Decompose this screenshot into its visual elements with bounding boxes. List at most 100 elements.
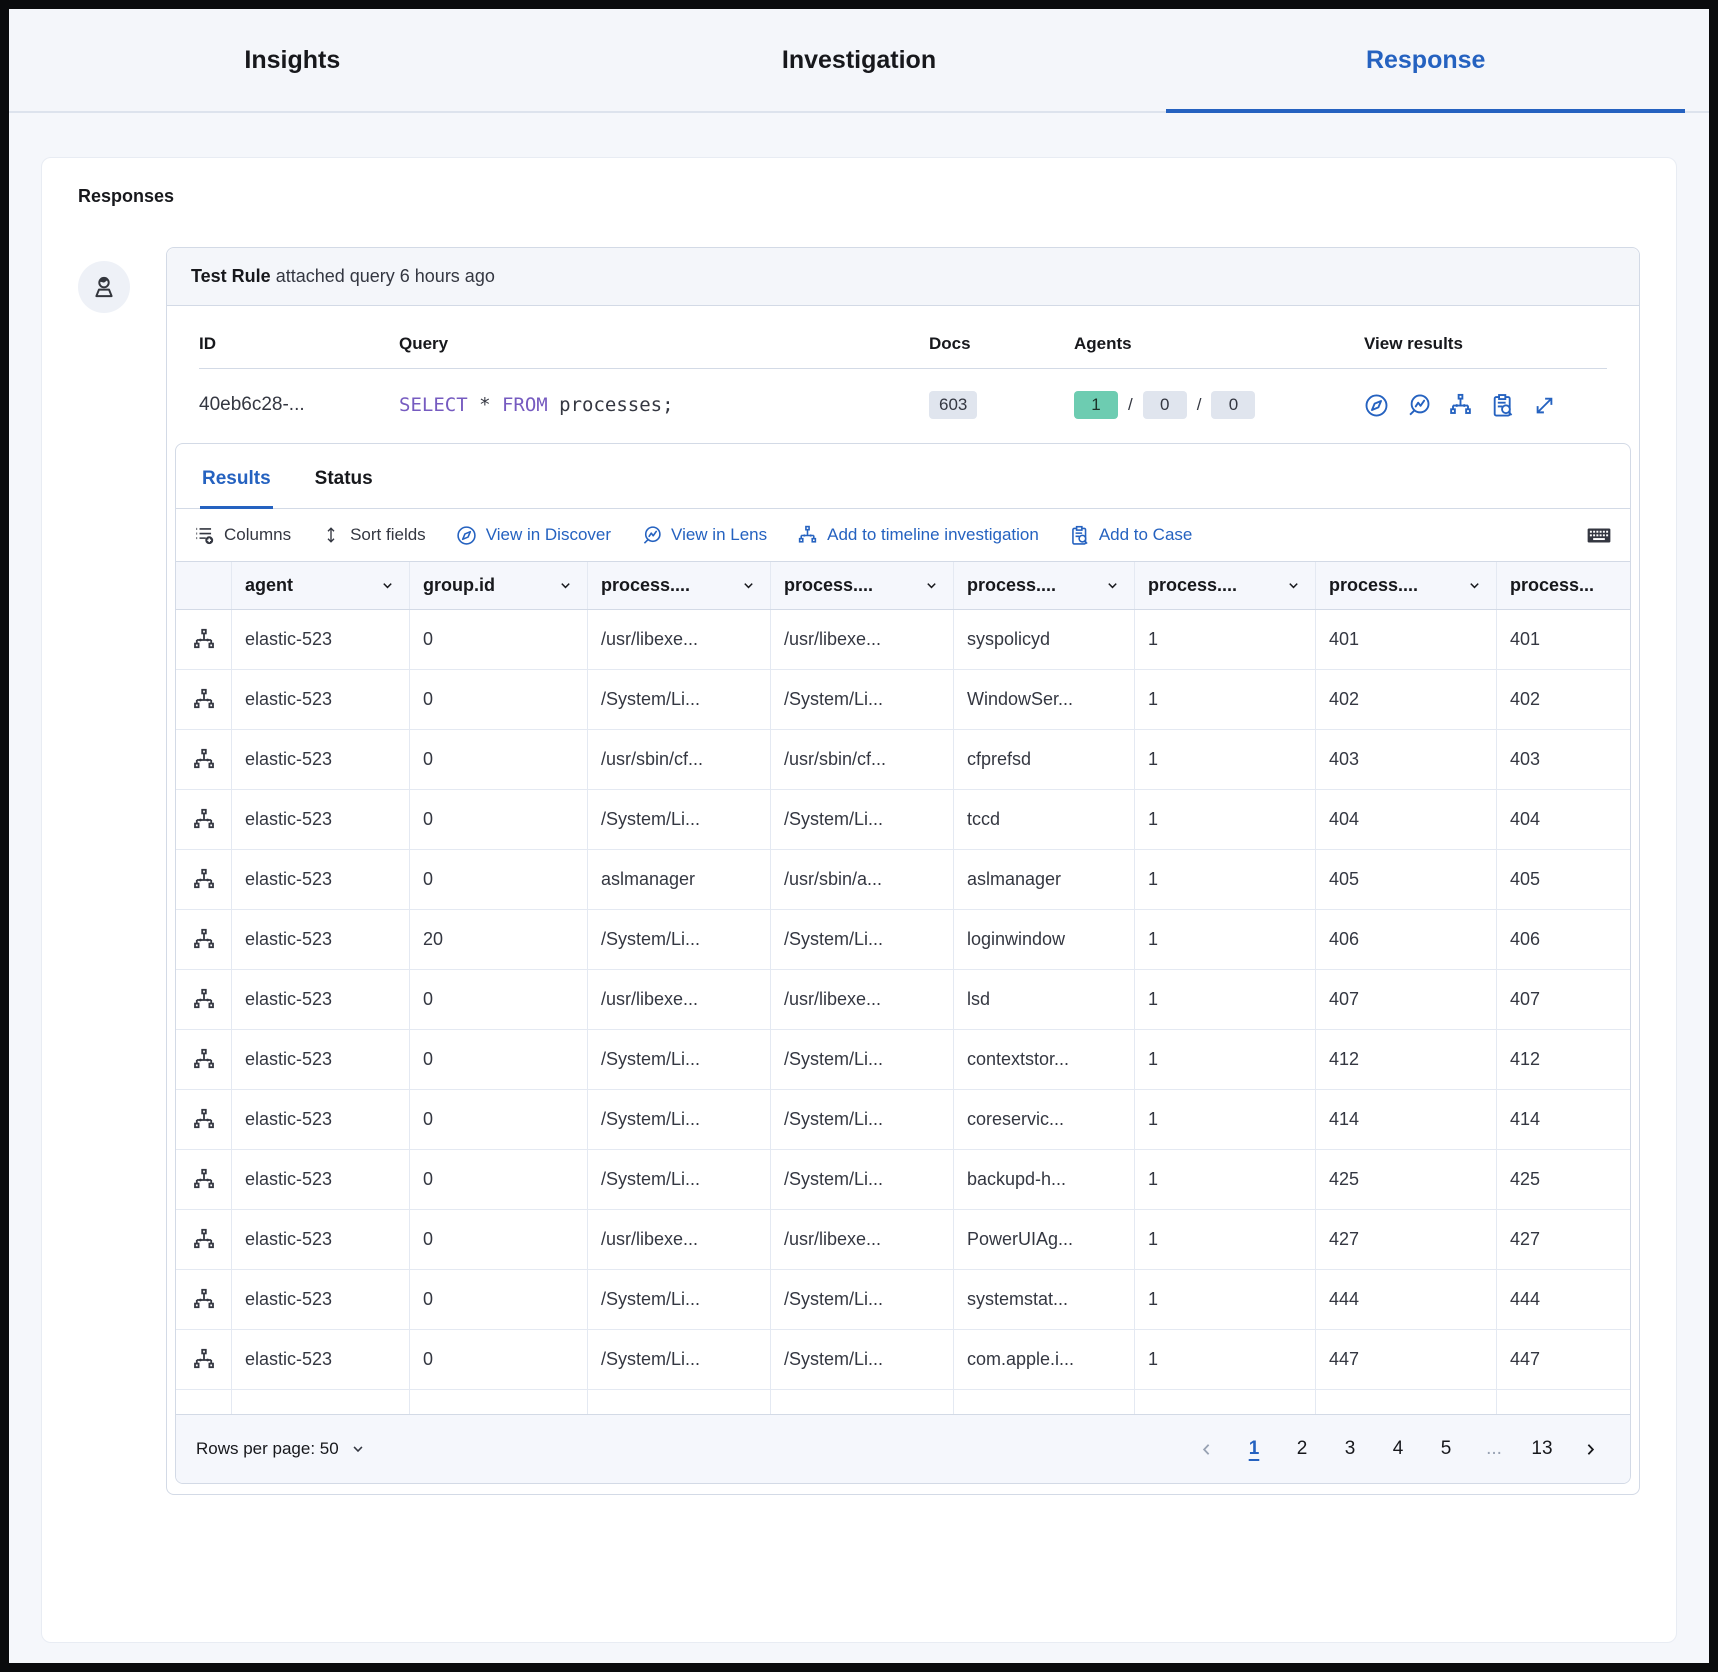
cell-process-6: 412 bbox=[1497, 1030, 1630, 1089]
analyze-event-icon[interactable] bbox=[176, 1090, 232, 1149]
table-row: elastic-523 0 /System/Li... /System/Li..… bbox=[176, 1150, 1630, 1210]
cell-process-6: 427 bbox=[1497, 1210, 1630, 1269]
next-page-button[interactable] bbox=[1570, 1429, 1610, 1469]
fullscreen-icon[interactable] bbox=[1532, 393, 1557, 418]
view-in-lens-button[interactable]: View in Lens bbox=[641, 525, 767, 546]
grid-body: elastic-523 0 /usr/libexe... /usr/libexe… bbox=[176, 610, 1630, 1390]
cell-process-5: 405 bbox=[1316, 850, 1497, 909]
agents-successful-badge: 1 bbox=[1074, 391, 1118, 419]
cell-process-1: /System/Li... bbox=[588, 1030, 771, 1089]
page-button-1[interactable]: 1 bbox=[1234, 1429, 1274, 1469]
add-to-case-button[interactable]: Add to Case bbox=[1069, 525, 1193, 546]
analyze-event-icon[interactable] bbox=[176, 1210, 232, 1269]
agent-link[interactable]: elastic-523 bbox=[232, 1030, 410, 1089]
cell-process-3: WindowSer... bbox=[954, 670, 1135, 729]
tab-status[interactable]: Status bbox=[313, 444, 375, 508]
cell-process-1: /usr/libexe... bbox=[588, 1210, 771, 1269]
cell-process-2: /usr/sbin/cf... bbox=[771, 730, 954, 789]
page-button-3[interactable]: 3 bbox=[1330, 1429, 1370, 1469]
cell-process-2: /System/Li... bbox=[771, 670, 954, 729]
agent-link[interactable]: elastic-523 bbox=[232, 1150, 410, 1209]
cell-process-3: backupd-h... bbox=[954, 1150, 1135, 1209]
chevron-right-icon bbox=[1581, 1440, 1600, 1459]
agent-link[interactable]: elastic-523 bbox=[232, 610, 410, 669]
grid-header-process-3[interactable]: process.... bbox=[954, 562, 1135, 609]
columns-icon bbox=[194, 525, 215, 546]
agent-link[interactable]: elastic-523 bbox=[232, 850, 410, 909]
col-header-query: Query bbox=[399, 312, 929, 368]
page-button-5[interactable]: 5 bbox=[1426, 1429, 1466, 1469]
previous-page-button[interactable] bbox=[1186, 1429, 1226, 1469]
grid-header-agent[interactable]: agent bbox=[232, 562, 410, 609]
analyze-event-icon[interactable] bbox=[176, 1330, 232, 1389]
agent-link[interactable]: elastic-523 bbox=[232, 1270, 410, 1329]
agent-link[interactable]: elastic-523 bbox=[232, 790, 410, 849]
analyze-event-icon[interactable] bbox=[176, 790, 232, 849]
cell-process-4: 1 bbox=[1135, 610, 1316, 669]
cell-process-5: 444 bbox=[1316, 1270, 1497, 1329]
cell-process-6: 405 bbox=[1497, 850, 1630, 909]
chevron-down-icon bbox=[740, 577, 757, 594]
chevron-down-icon bbox=[1104, 577, 1121, 594]
agent-link[interactable]: elastic-523 bbox=[232, 670, 410, 729]
cell-process-2: /System/Li... bbox=[771, 1330, 954, 1389]
agent-link[interactable]: elastic-523 bbox=[232, 1090, 410, 1149]
keyboard-shortcuts-icon[interactable] bbox=[1586, 522, 1612, 548]
grid-header-process-6[interactable]: process... bbox=[1497, 562, 1630, 609]
page-button-13[interactable]: 13 bbox=[1522, 1429, 1562, 1469]
chevron-down-icon bbox=[349, 1440, 367, 1458]
agent-link[interactable]: elastic-523 bbox=[232, 910, 410, 969]
analyze-event-icon[interactable] bbox=[176, 910, 232, 969]
grid-header-process-2[interactable]: process.... bbox=[771, 562, 954, 609]
cell-process-4: 1 bbox=[1135, 1270, 1316, 1329]
cell-process-3: lsd bbox=[954, 970, 1135, 1029]
cell-process-2: /System/Li... bbox=[771, 910, 954, 969]
grid-header-process-1[interactable]: process.... bbox=[588, 562, 771, 609]
analyze-event-icon[interactable] bbox=[176, 970, 232, 1029]
grid-header-group-id[interactable]: group.id bbox=[410, 562, 588, 609]
page-button-4[interactable]: 4 bbox=[1378, 1429, 1418, 1469]
results-tabs: Results Status bbox=[176, 444, 1630, 509]
grid-header-process-5[interactable]: process.... bbox=[1316, 562, 1497, 609]
columns-button[interactable]: Columns bbox=[194, 525, 291, 546]
analyze-event-icon[interactable] bbox=[176, 670, 232, 729]
columns-label: Columns bbox=[224, 525, 291, 545]
cell-process-4: 1 bbox=[1135, 790, 1316, 849]
analyze-event-icon[interactable] bbox=[176, 1030, 232, 1089]
cell-process-3: coreservic... bbox=[954, 1090, 1135, 1149]
agent-link[interactable]: elastic-523 bbox=[232, 970, 410, 1029]
tab-results[interactable]: Results bbox=[200, 444, 273, 508]
view-in-discover-button[interactable]: View in Discover bbox=[456, 525, 611, 546]
tab-response[interactable]: Response bbox=[1142, 9, 1709, 111]
add-to-timeline-label: Add to timeline investigation bbox=[827, 525, 1039, 545]
agent-link[interactable]: elastic-523 bbox=[232, 730, 410, 789]
lens-icon[interactable] bbox=[1406, 393, 1431, 418]
analyze-event-icon[interactable] bbox=[176, 1150, 232, 1209]
page-button-2[interactable]: 2 bbox=[1282, 1429, 1322, 1469]
grid-header-process-4[interactable]: process.... bbox=[1135, 562, 1316, 609]
analyze-event-icon[interactable] bbox=[176, 1270, 232, 1329]
rows-per-page-selector[interactable]: Rows per page: 50 bbox=[196, 1439, 367, 1459]
analyze-event-icon[interactable] bbox=[176, 610, 232, 669]
comment-header: Test Rule attached query 6 hours ago bbox=[167, 248, 1639, 306]
agent-link[interactable]: elastic-523 bbox=[232, 1210, 410, 1269]
add-to-timeline-button[interactable]: Add to timeline investigation bbox=[797, 525, 1039, 546]
sort-fields-button[interactable]: Sort fields bbox=[321, 525, 426, 545]
analyze-event-icon[interactable] bbox=[176, 730, 232, 789]
tab-insights[interactable]: Insights bbox=[9, 9, 576, 111]
timeline-icon[interactable] bbox=[1448, 393, 1473, 418]
cell-process-2: /System/Li... bbox=[771, 1150, 954, 1209]
discover-icon[interactable] bbox=[1364, 393, 1389, 418]
cell-process-4: 1 bbox=[1135, 1030, 1316, 1089]
cell-process-3: systemstat... bbox=[954, 1270, 1135, 1329]
cell-group-id: 0 bbox=[410, 1030, 588, 1089]
tab-investigation[interactable]: Investigation bbox=[576, 9, 1143, 111]
table-row: elastic-523 0 /System/Li... /System/Li..… bbox=[176, 790, 1630, 850]
cell-process-6: 425 bbox=[1497, 1150, 1630, 1209]
case-icon[interactable] bbox=[1490, 393, 1515, 418]
cell-process-6: 447 bbox=[1497, 1330, 1630, 1389]
cell-process-4: 1 bbox=[1135, 730, 1316, 789]
analyze-event-icon[interactable] bbox=[176, 850, 232, 909]
responses-card: Responses Test Rule attached query 6 hou… bbox=[41, 157, 1677, 1643]
agent-link[interactable]: elastic-523 bbox=[232, 1330, 410, 1389]
